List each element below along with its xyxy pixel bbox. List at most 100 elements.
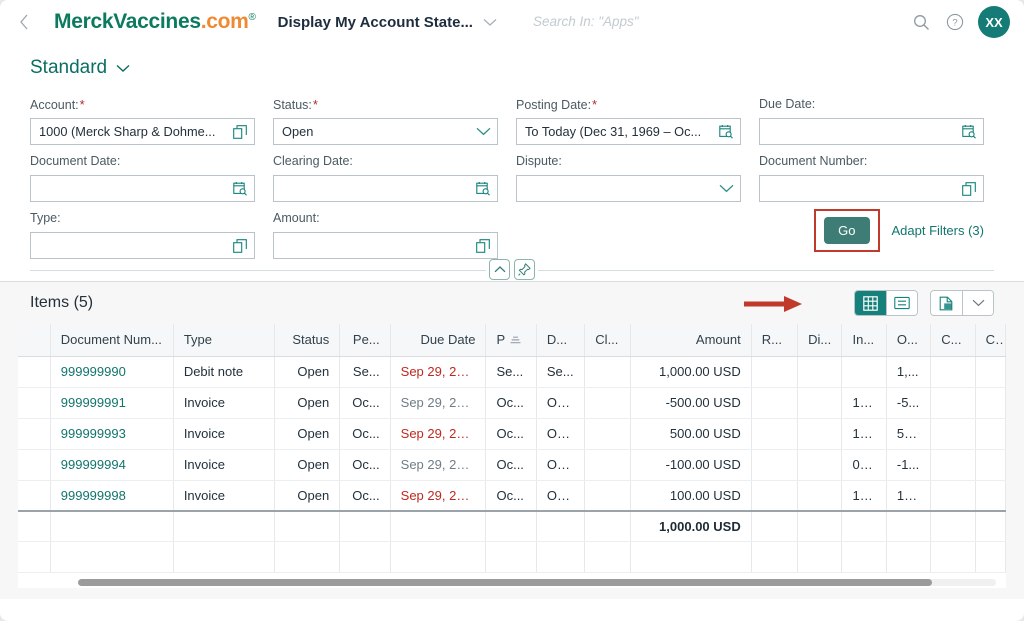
adapt-filters-link[interactable]: Adapt Filters (3) bbox=[892, 223, 984, 238]
list-view-button[interactable] bbox=[886, 291, 917, 315]
filter-input-dispute[interactable] bbox=[516, 175, 741, 202]
chevron-down-icon[interactable] bbox=[716, 179, 736, 199]
document-number-link[interactable]: 999999991 bbox=[61, 395, 126, 410]
brand-logo[interactable]: MerckVaccines.com® bbox=[54, 10, 256, 34]
scrollbar-thumb[interactable] bbox=[78, 579, 932, 586]
filter-input-document-number[interactable] bbox=[759, 175, 984, 202]
column-header-in[interactable]: In... bbox=[841, 324, 887, 357]
filter-input-due-date[interactable] bbox=[759, 118, 984, 145]
filter-input-posting-date[interactable]: To Today (Dec 31, 1969 – Oc... bbox=[516, 118, 741, 145]
table-row[interactable]: 999999994 Invoice Open Oc... Sep 29, 202… bbox=[18, 449, 1006, 481]
document-number-link[interactable]: 999999993 bbox=[61, 426, 126, 441]
filter-input-account[interactable]: 1000 (Merck Sharp & Dohme... bbox=[30, 118, 255, 145]
cell-c2 bbox=[975, 356, 1006, 388]
total-blank-8 bbox=[584, 510, 631, 542]
filter-input-type[interactable] bbox=[30, 232, 255, 259]
filter-label-amount-text: Amount: bbox=[273, 211, 320, 225]
row-select-cell[interactable] bbox=[18, 418, 51, 450]
back-button[interactable] bbox=[10, 8, 38, 36]
go-button[interactable]: Go bbox=[824, 217, 870, 244]
column-header-di[interactable]: Di... bbox=[797, 324, 843, 357]
column-header-p[interactable]: P bbox=[485, 324, 537, 357]
page-title-dropdown-button[interactable] bbox=[483, 18, 497, 27]
row-select-cell[interactable] bbox=[18, 387, 51, 419]
column-header-document-number[interactable]: Document Num... bbox=[50, 324, 174, 357]
cell-document-number[interactable]: 999999993 bbox=[50, 418, 174, 450]
calendar-search-icon[interactable] bbox=[716, 122, 736, 142]
table-row[interactable]: 999999998 Invoice Open Oc... Sep 29, 202… bbox=[18, 480, 1006, 512]
cell-d: Se... bbox=[536, 356, 586, 388]
row-select-cell[interactable] bbox=[18, 356, 51, 388]
filter-input-clearing-date[interactable] bbox=[273, 175, 498, 202]
column-header-r[interactable]: R... bbox=[751, 324, 799, 357]
table-row[interactable]: 999999993 Invoice Open Oc... Sep 29, 202… bbox=[18, 418, 1006, 450]
column-header-c1[interactable]: C... bbox=[930, 324, 976, 357]
column-header-cl[interactable]: Cl... bbox=[584, 324, 631, 357]
column-header-due-date[interactable]: Due Date bbox=[390, 324, 487, 357]
document-number-link[interactable]: 999999998 bbox=[61, 488, 126, 503]
column-header-amount[interactable]: Amount bbox=[630, 324, 752, 357]
empty-cell-9 bbox=[630, 541, 752, 573]
column-header-pe[interactable]: Pe... bbox=[339, 324, 391, 357]
column-header-status[interactable]: Status bbox=[274, 324, 341, 357]
chevron-down-icon[interactable] bbox=[473, 122, 493, 142]
cell-document-number[interactable]: 999999991 bbox=[50, 387, 174, 419]
filter-input-document-date[interactable] bbox=[30, 175, 255, 202]
value-help-icon[interactable] bbox=[473, 236, 493, 256]
column-header-type[interactable]: Type bbox=[173, 324, 275, 357]
list-view-icon bbox=[894, 296, 910, 310]
empty-cell-3 bbox=[274, 541, 341, 573]
export-button[interactable] bbox=[931, 291, 962, 315]
cell-di bbox=[797, 387, 843, 419]
export-menu-button[interactable] bbox=[962, 291, 993, 315]
value-help-icon[interactable] bbox=[230, 236, 250, 256]
variant-title[interactable]: Standard bbox=[30, 57, 107, 79]
filter-label-due-date-text: Due Date: bbox=[759, 97, 816, 111]
filter-input-status[interactable]: Open bbox=[273, 118, 498, 145]
cell-p: Oc... bbox=[485, 480, 537, 512]
search-button[interactable] bbox=[904, 5, 938, 39]
horizontal-scrollbar[interactable] bbox=[78, 579, 996, 586]
table-view-button[interactable] bbox=[855, 291, 886, 315]
filter-input-amount[interactable] bbox=[273, 232, 498, 259]
calendar-search-icon[interactable] bbox=[473, 179, 493, 199]
cell-document-number[interactable]: 999999998 bbox=[50, 480, 174, 512]
calendar-search-icon[interactable] bbox=[230, 179, 250, 199]
calendar-search-icon[interactable] bbox=[959, 122, 979, 142]
search-field[interactable] bbox=[530, 13, 904, 31]
user-avatar[interactable]: XX bbox=[978, 6, 1010, 38]
empty-cell-1 bbox=[50, 541, 174, 573]
collapse-filter-bar-button[interactable] bbox=[489, 259, 510, 280]
variant-dropdown-button[interactable] bbox=[116, 64, 130, 73]
cell-document-number[interactable]: 999999994 bbox=[50, 449, 174, 481]
filter-bar-toggle-group bbox=[486, 259, 538, 280]
total-amount: 1,000.00 USD bbox=[630, 510, 752, 542]
column-header-d[interactable]: D... bbox=[536, 324, 586, 357]
column-header-o[interactable]: O... bbox=[886, 324, 932, 357]
cell-pe: Oc... bbox=[339, 387, 391, 419]
select-all-column-header[interactable] bbox=[18, 324, 51, 357]
cell-document-number[interactable]: 999999990 bbox=[50, 356, 174, 388]
help-button[interactable]: ? bbox=[938, 5, 972, 39]
cell-o: 50... bbox=[886, 418, 932, 450]
row-select-cell[interactable] bbox=[18, 449, 51, 481]
table-row[interactable]: 999999991 Invoice Open Oc... Sep 29, 202… bbox=[18, 387, 1006, 419]
chevron-down-glyph bbox=[476, 127, 490, 136]
document-number-link[interactable]: 999999994 bbox=[61, 457, 126, 472]
variant-selector[interactable]: Standard bbox=[30, 44, 994, 88]
filter-label-due-date: Due Date: bbox=[759, 97, 984, 113]
value-help-icon[interactable] bbox=[230, 122, 250, 142]
export-button-group bbox=[930, 290, 994, 316]
table-row[interactable]: 999999990 Debit note Open Se... Sep 29, … bbox=[18, 356, 1006, 388]
cell-in: 18... bbox=[841, 387, 887, 419]
empty-cell-6 bbox=[485, 541, 537, 573]
cell-due-date: Sep 29, 2020 bbox=[390, 356, 487, 388]
filter-field-due-date: Due Date: bbox=[759, 88, 984, 145]
row-select-cell[interactable] bbox=[18, 480, 51, 512]
pin-filter-bar-button[interactable] bbox=[514, 259, 535, 280]
column-header-c2[interactable]: C. bbox=[975, 324, 1006, 357]
search-input[interactable] bbox=[530, 13, 904, 30]
value-help-glyph bbox=[962, 181, 976, 196]
document-number-link[interactable]: 999999990 bbox=[61, 364, 126, 379]
value-help-icon[interactable] bbox=[959, 179, 979, 199]
